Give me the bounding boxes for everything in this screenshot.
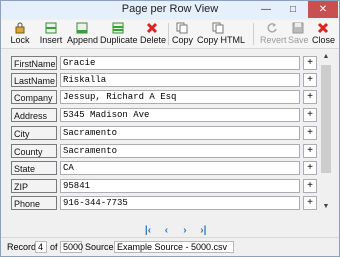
expand-plus-button[interactable]: + xyxy=(303,90,317,104)
window: Page per Row View — □ ✕ Lock Insert Appe… xyxy=(0,0,340,257)
field-label: LastName xyxy=(11,73,57,87)
scroll-up-arrow-icon[interactable]: ▲ xyxy=(319,51,333,63)
copy-html-icon xyxy=(212,22,224,34)
maximize-button[interactable]: □ xyxy=(280,1,306,18)
field-label: County xyxy=(11,144,57,158)
expand-plus-button[interactable]: + xyxy=(303,56,317,70)
field-value-input[interactable]: Jessup, Richard A Esq xyxy=(60,90,300,104)
field-value-input[interactable]: CA xyxy=(60,161,300,175)
delete-button[interactable]: Delete xyxy=(140,21,167,47)
close-window-button[interactable]: ✕ xyxy=(308,1,338,18)
field-value-input[interactable]: 5345 Madison Ave xyxy=(60,108,300,122)
expand-plus-button[interactable]: + xyxy=(303,179,317,193)
expand-plus-button[interactable]: + xyxy=(303,126,317,140)
field-row-lastname: LastName Riskalla + xyxy=(11,73,317,87)
insert-row-icon xyxy=(45,22,57,34)
title-bar: Page per Row View — □ ✕ xyxy=(1,1,339,19)
scroll-down-arrow-icon[interactable]: ▼ xyxy=(319,201,333,213)
field-label: City xyxy=(11,126,57,140)
record-label: Record xyxy=(7,242,37,252)
source-label: Source xyxy=(85,242,114,252)
field-value-input[interactable]: 916-344-7735 xyxy=(60,196,300,210)
copy-icon xyxy=(176,22,188,34)
field-label: FirstName xyxy=(11,56,57,70)
revert-arrow-icon xyxy=(266,22,278,34)
field-label: Company xyxy=(11,90,57,104)
expand-plus-button[interactable]: + xyxy=(303,196,317,210)
close-label: Close xyxy=(312,35,336,45)
duplicate-row-icon xyxy=(112,22,124,34)
delete-label: Delete xyxy=(140,35,167,45)
field-label: ZIP xyxy=(11,179,57,193)
copy-html-label: Copy HTML xyxy=(197,35,246,45)
expand-plus-button[interactable]: + xyxy=(303,108,317,122)
close-x-icon xyxy=(317,22,329,34)
previous-record-icon[interactable]: ‹ xyxy=(159,225,173,237)
field-row-state: State CA + xyxy=(11,161,317,175)
save-button[interactable]: Save xyxy=(288,21,309,47)
insert-label: Insert xyxy=(39,35,63,45)
field-value-input[interactable]: 95841 xyxy=(60,179,300,193)
expand-plus-button[interactable]: + xyxy=(303,144,317,158)
close-button[interactable]: Close xyxy=(312,21,336,47)
field-value-input[interactable]: Sacramento xyxy=(60,126,300,140)
field-row-phone: Phone 916-344-7735 + xyxy=(11,196,317,210)
copy-button[interactable]: Copy xyxy=(172,21,194,47)
revert-button[interactable]: Revert xyxy=(260,21,287,47)
lock-button[interactable]: Lock xyxy=(9,21,31,47)
revert-label: Revert xyxy=(260,35,287,45)
expand-plus-button[interactable]: + xyxy=(303,73,317,87)
field-row-company: Company Jessup, Richard A Esq + xyxy=(11,90,317,104)
save-disk-icon xyxy=(292,22,304,34)
field-value-input[interactable]: Riskalla xyxy=(60,73,300,87)
status-bar: Record 4 of 5000 Source Example Source -… xyxy=(1,237,339,257)
toolbar-separator xyxy=(168,23,169,45)
field-label: State xyxy=(11,161,57,175)
minimize-button[interactable]: — xyxy=(253,1,279,18)
vertical-scrollbar[interactable]: ▲ ▼ xyxy=(319,51,333,213)
lock-label: Lock xyxy=(10,35,30,45)
of-label: of xyxy=(50,242,58,252)
record-number-input[interactable]: 4 xyxy=(35,241,47,253)
field-label: Phone xyxy=(11,196,57,210)
field-row-county: County Sacramento + xyxy=(11,144,317,158)
append-button[interactable]: Append xyxy=(67,21,99,47)
copy-label: Copy xyxy=(172,35,194,45)
delete-x-icon xyxy=(146,22,158,34)
save-label: Save xyxy=(288,35,309,45)
lock-icon xyxy=(14,22,26,34)
record-navigation: |‹ ‹ › ›| xyxy=(141,220,210,237)
record-fields-area: FirstName Gracie + LastName Riskalla + C… xyxy=(5,51,317,211)
next-record-icon[interactable]: › xyxy=(178,225,192,237)
first-record-icon[interactable]: |‹ xyxy=(141,225,155,237)
total-records: 5000 xyxy=(60,241,83,253)
field-row-firstname: FirstName Gracie + xyxy=(11,56,317,70)
last-record-icon[interactable]: ›| xyxy=(196,225,210,237)
field-row-city: City Sacramento + xyxy=(11,126,317,140)
duplicate-button[interactable]: Duplicate xyxy=(100,21,138,47)
copy-html-button[interactable]: Copy HTML xyxy=(197,21,246,47)
append-row-icon xyxy=(76,22,88,34)
source-value: Example Source - 5000.csv xyxy=(114,241,234,253)
field-value-input[interactable]: Gracie xyxy=(60,56,300,70)
field-row-address: Address 5345 Madison Ave + xyxy=(11,108,317,122)
insert-button[interactable]: Insert xyxy=(39,21,63,47)
append-label: Append xyxy=(67,35,99,45)
field-label: Address xyxy=(11,108,57,122)
scrollbar-thumb[interactable] xyxy=(321,65,331,173)
toolbar-separator xyxy=(253,23,254,45)
toolbar: Lock Insert Append Duplicate Delete Copy… xyxy=(1,20,339,49)
field-row-zip: ZIP 95841 + xyxy=(11,179,317,193)
duplicate-label: Duplicate xyxy=(100,35,138,45)
expand-plus-button[interactable]: + xyxy=(303,161,317,175)
field-value-input[interactable]: Sacramento xyxy=(60,144,300,158)
